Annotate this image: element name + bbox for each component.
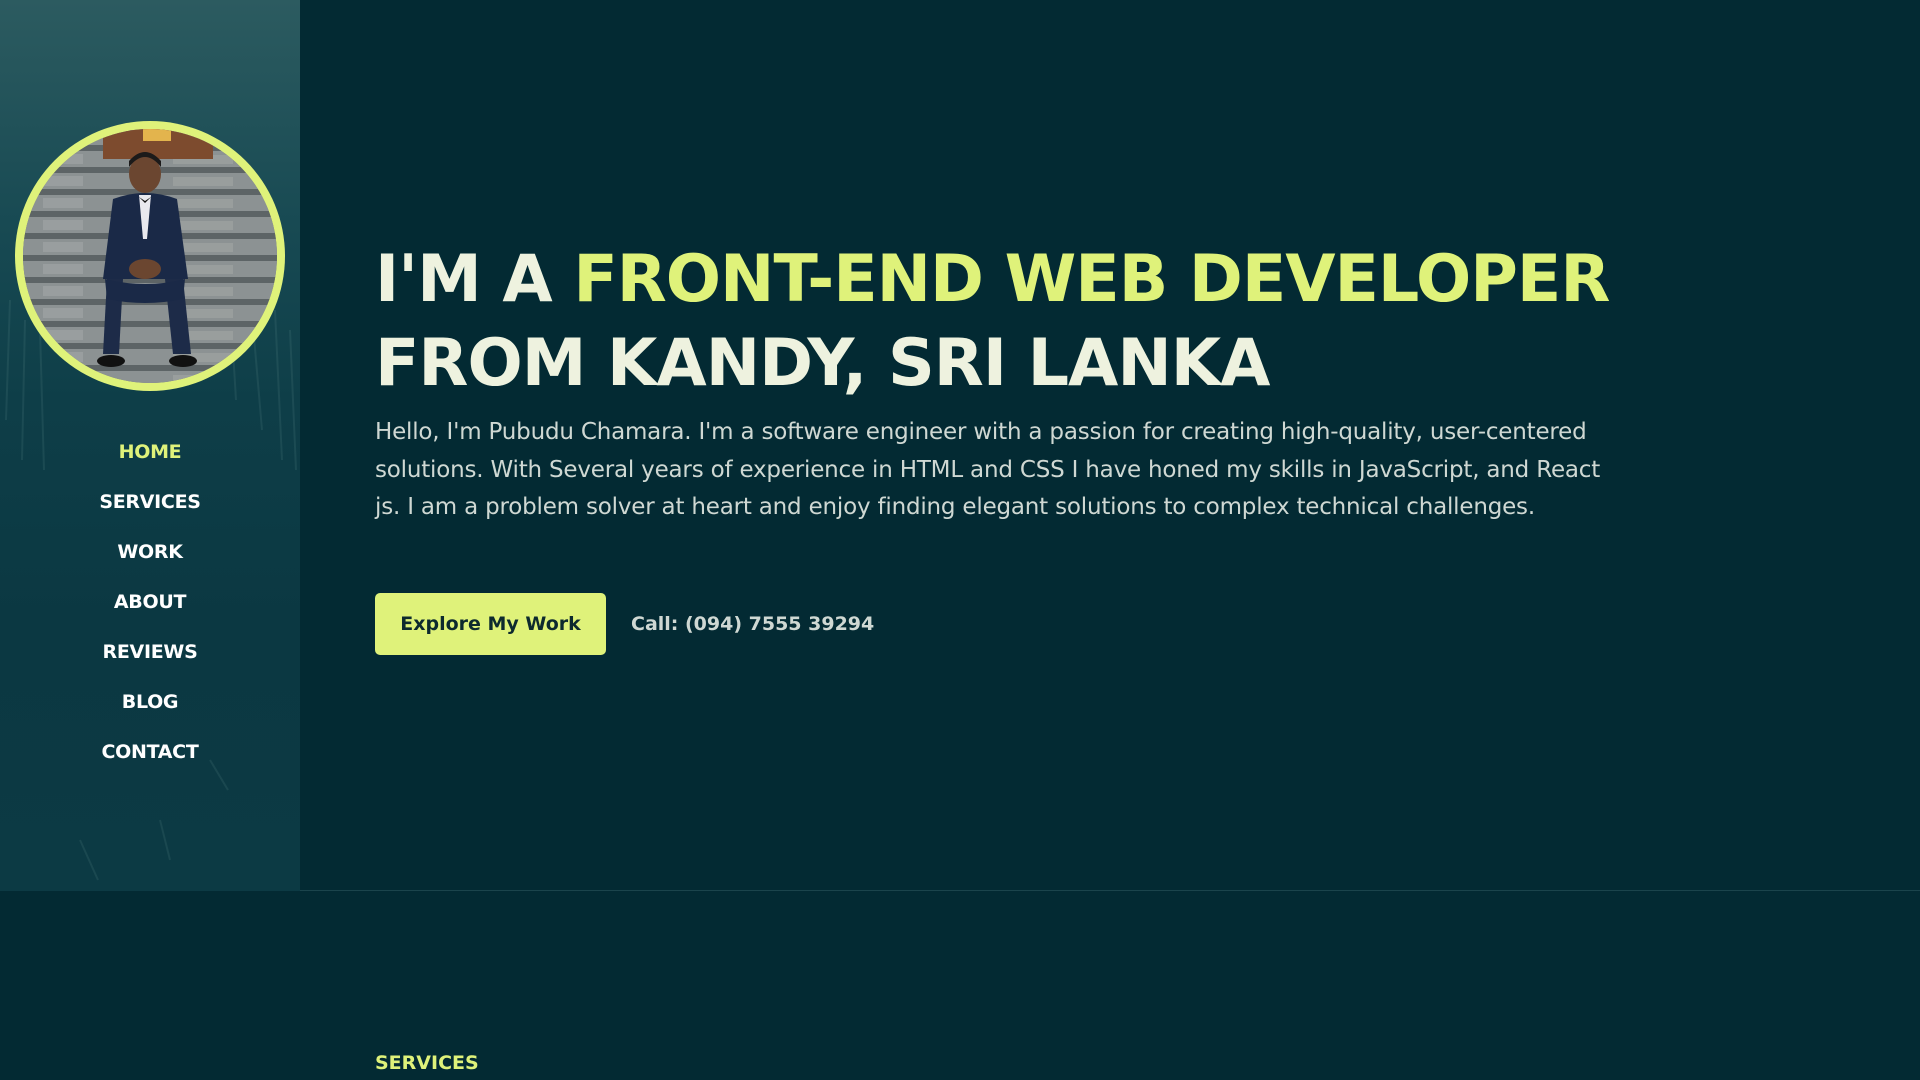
- nav-link-reviews[interactable]: REVIEWS: [103, 632, 198, 672]
- nav-link-services[interactable]: SERVICES: [99, 482, 201, 522]
- headline-suffix: FROM KANDY, SRI LANKA: [375, 326, 1270, 401]
- explore-work-button[interactable]: Explore My Work: [375, 593, 606, 655]
- sidebar-item-contact: CONTACT: [0, 732, 300, 782]
- sidebar-item-about: ABOUT: [0, 582, 300, 632]
- hero-headline: I'M A FRONT-END WEB DEVELOPER FROM KANDY…: [375, 238, 1675, 406]
- nav-link-contact[interactable]: CONTACT: [102, 732, 199, 772]
- profile-photo-icon: [23, 129, 277, 383]
- sidebar-item-services: SERVICES: [0, 482, 300, 532]
- avatar: [23, 129, 277, 383]
- sidebar-item-home: HOME: [0, 432, 300, 482]
- sidebar-item-blog: BLOG: [0, 682, 300, 732]
- avatar-ring: [15, 121, 285, 391]
- sidebar-item-work: WORK: [0, 532, 300, 582]
- sidebar: HOME SERVICES WORK ABOUT REVIEWS BLOG CO…: [0, 0, 300, 891]
- nav-link-blog[interactable]: BLOG: [122, 682, 179, 722]
- nav-link-home[interactable]: HOME: [119, 432, 182, 472]
- hero-intro: Hello, I'm Pubudu Chamara. I'm a softwar…: [375, 419, 1601, 520]
- services-section: [0, 891, 1920, 1080]
- sidebar-nav: HOME SERVICES WORK ABOUT REVIEWS BLOG CO…: [0, 432, 300, 782]
- headline-prefix: I'M A: [375, 242, 574, 317]
- cta-row: Explore My Work Call: (094) 7555 39294: [375, 593, 874, 655]
- nav-link-work[interactable]: WORK: [117, 532, 183, 572]
- nav-link-about[interactable]: ABOUT: [114, 582, 187, 622]
- headline-accent: FRONT-END WEB DEVELOPER: [573, 242, 1610, 317]
- sidebar-item-reviews: REVIEWS: [0, 632, 300, 682]
- services-label: SERVICES: [375, 1052, 479, 1074]
- page: HOME SERVICES WORK ABOUT REVIEWS BLOG CO…: [0, 0, 1920, 1080]
- call-phone-link[interactable]: Call: (094) 7555 39294: [631, 613, 874, 635]
